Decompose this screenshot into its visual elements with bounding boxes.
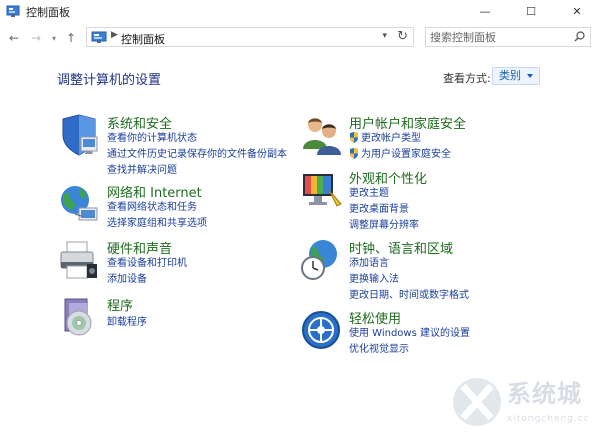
category-heading[interactable]: 程序 <box>107 295 133 314</box>
close-button[interactable]: ✕ <box>554 0 600 22</box>
category-network-internet: 网络和 Internet 查看网络状态和任务 选择家庭组和共享选项 <box>57 182 297 230</box>
address-dropdown-icon[interactable]: ▾ <box>382 31 387 41</box>
category-link[interactable]: 添加语言 <box>349 254 389 269</box>
up-arrow-icon: ↑ <box>65 31 77 45</box>
watermark-url: xitongcheng.cc <box>507 414 590 424</box>
chevron-down-icon: ▾ <box>51 33 56 43</box>
category-hardware-sound: 硬件和声音 查看设备和打印机 添加设备 <box>57 238 297 286</box>
category-appearance: 外观和个性化 更改主题 更改桌面背景 调整屏幕分辨率 <box>299 168 559 232</box>
back-button[interactable]: ← <box>5 29 23 47</box>
page-title: 调整计算机的设置 <box>57 73 162 88</box>
forward-button[interactable]: → <box>27 29 45 47</box>
category-link[interactable]: 使用 Windows 建议的设置 <box>349 324 470 339</box>
view-by-dropdown[interactable]: 类别 <box>492 67 540 85</box>
window-title: 控制面板 <box>26 6 70 19</box>
category-programs: 程序 卸载程序 <box>57 295 297 343</box>
view-by-value: 类别 <box>499 69 521 82</box>
appearance-monitor-icon <box>303 174 342 207</box>
category-link[interactable]: 优化视觉显示 <box>349 340 409 355</box>
chevron-down-icon <box>527 74 533 78</box>
category-link[interactable]: 更换输入法 <box>349 270 399 285</box>
recent-locations-button[interactable]: ▾ <box>45 29 63 47</box>
search-icon[interactable] <box>574 31 585 42</box>
category-link[interactable]: 更改日期、时间或数字格式 <box>349 286 469 301</box>
category-link[interactable]: 查看网络状态和任务 <box>107 198 197 213</box>
category-link[interactable]: 查找并解决问题 <box>107 161 177 176</box>
view-by-label: 查看方式: <box>443 72 491 85</box>
minimize-button[interactable]: — <box>462 0 508 22</box>
uac-shield-icon <box>350 132 358 143</box>
category-link-label: 为用户设置家庭安全 <box>361 149 451 160</box>
breadcrumb[interactable]: 控制面板 <box>121 31 165 47</box>
category-user-accounts: 用户帐户和家庭安全 更改帐户类型 为用户设置家庭安全 <box>299 113 559 161</box>
control-panel-icon <box>6 5 20 17</box>
category-link[interactable]: 更改主题 <box>349 184 389 199</box>
category-system-security: 系统和安全 查看你的计算机状态 通过文件历史记录保存你的文件备份副本 查找并解决… <box>57 113 297 177</box>
address-box[interactable]: ▶ 控制面板 ▾ ↻ <box>86 27 414 47</box>
refresh-icon[interactable]: ↻ <box>397 29 408 44</box>
maximize-button[interactable]: ☐ <box>508 0 554 22</box>
watermark-logo-icon <box>453 378 501 426</box>
category-link[interactable]: 添加设备 <box>107 270 147 285</box>
printer-icon <box>60 241 97 279</box>
category-link[interactable]: 为用户设置家庭安全 <box>349 145 451 160</box>
clock-globe-icon <box>301 240 337 280</box>
breadcrumb-separator-icon: ▶ <box>111 30 118 40</box>
address-bar: ← → ▾ ↑ ▶ 控制面板 ▾ ↻ <box>0 26 600 50</box>
category-link-label: 更改帐户类型 <box>361 133 421 144</box>
up-button[interactable]: ↑ <box>62 29 80 47</box>
uac-shield-icon <box>350 148 358 159</box>
search-box[interactable] <box>425 27 591 47</box>
category-link[interactable]: 卸载程序 <box>107 313 147 328</box>
forward-arrow-icon: → <box>30 31 42 45</box>
category-link[interactable]: 选择家庭组和共享选项 <box>107 214 207 229</box>
category-link[interactable]: 查看设备和打印机 <box>107 254 187 269</box>
network-globe-icon <box>61 186 98 221</box>
programs-disc-icon <box>64 298 92 336</box>
users-icon <box>303 118 341 155</box>
category-link[interactable]: 查看你的计算机状态 <box>107 129 197 144</box>
category-link[interactable]: 调整屏幕分辨率 <box>349 216 419 231</box>
search-input[interactable] <box>430 29 570 45</box>
system-security-shield-icon <box>62 114 98 156</box>
category-clock-language-region: 时钟、语言和区域 添加语言 更换输入法 更改日期、时间或数字格式 <box>299 238 559 302</box>
back-arrow-icon: ← <box>8 31 20 45</box>
watermark: 系统城 xitongcheng.cc <box>449 362 600 442</box>
control-panel-icon <box>91 31 107 43</box>
category-link[interactable]: 更改桌面背景 <box>349 200 409 215</box>
title-bar: 控制面板 — ☐ ✕ <box>0 0 600 22</box>
category-link[interactable]: 更改帐户类型 <box>349 129 421 144</box>
category-ease-of-access: 轻松使用 使用 Windows 建议的设置 优化视觉显示 <box>299 308 559 356</box>
category-link[interactable]: 通过文件历史记录保存你的文件备份副本 <box>107 145 287 160</box>
ease-of-access-icon <box>302 311 340 349</box>
watermark-text: 系统城 <box>507 380 582 408</box>
